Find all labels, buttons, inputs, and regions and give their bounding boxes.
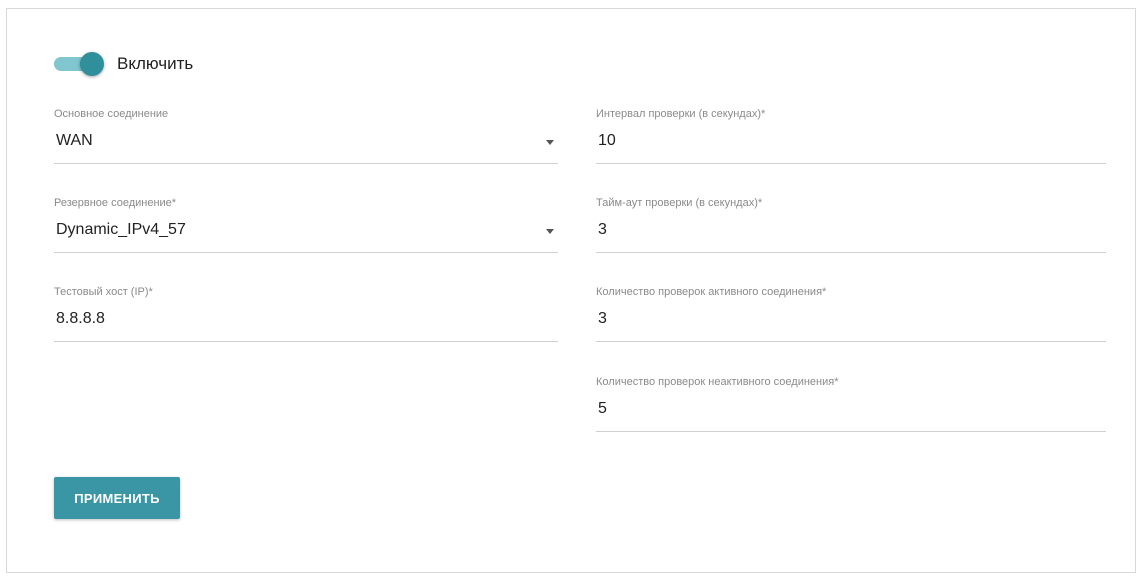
check-timeout-label: Тайм-аут проверки (в секундах)*: [596, 197, 763, 209]
inactive-checks-label: Количество проверок неактивного соединен…: [596, 376, 839, 388]
chevron-down-icon[interactable]: [546, 229, 554, 234]
active-checks-label: Количество проверок активного соединения…: [596, 286, 827, 298]
test-host-value: 8.8.8.8: [56, 310, 105, 327]
enable-toggle[interactable]: [54, 52, 106, 76]
backup-connection-value: Dynamic_IPv4_57: [56, 221, 186, 238]
field-underline: [54, 252, 558, 253]
enable-toggle-label: Включить: [117, 54, 194, 73]
field-underline: [596, 163, 1106, 164]
field-underline: [54, 341, 558, 342]
primary-connection-label: Основное соединение: [54, 108, 169, 120]
check-interval-label: Интервал проверки (в секундах)*: [596, 108, 766, 120]
inactive-checks-value: 5: [598, 400, 607, 417]
apply-button[interactable]: ПРИМЕНИТЬ: [54, 477, 180, 519]
field-underline: [54, 163, 558, 164]
check-interval-value: 10: [598, 132, 616, 149]
backup-connection-label: Резервное соединение*: [54, 197, 177, 209]
field-underline: [596, 252, 1106, 253]
check-timeout-value: 3: [598, 221, 607, 238]
field-underline: [596, 431, 1106, 432]
active-checks-value: 3: [598, 310, 607, 327]
toggle-knob: [80, 52, 104, 76]
test-host-label: Тестовый хост (IP)*: [54, 286, 153, 298]
field-underline: [596, 341, 1106, 342]
chevron-down-icon[interactable]: [546, 140, 554, 145]
primary-connection-value: WAN: [56, 132, 93, 149]
